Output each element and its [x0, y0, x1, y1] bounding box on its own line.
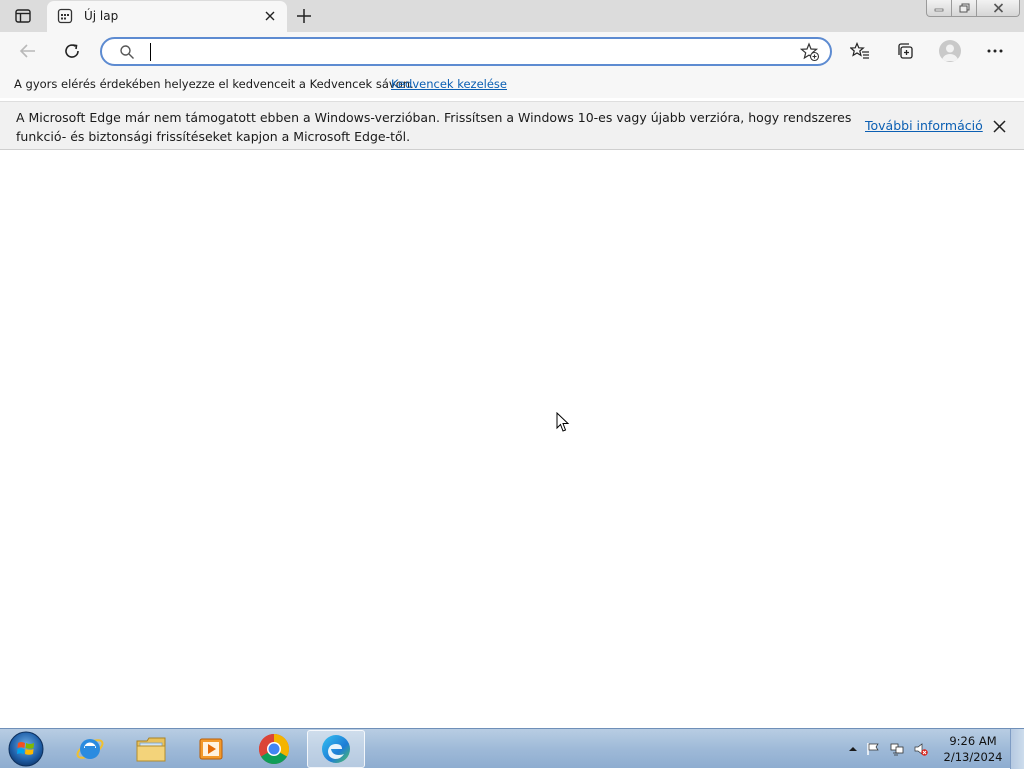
profile-avatar[interactable]	[939, 40, 961, 62]
collections-button[interactable]	[894, 40, 916, 62]
favorites-icon	[850, 42, 869, 59]
taskbar-chrome[interactable]	[245, 730, 303, 768]
tab-title: Új lap	[84, 9, 119, 23]
system-clock[interactable]: 9:26 AM 2/13/2024	[940, 733, 1006, 765]
more-info-link[interactable]: További információ	[865, 118, 983, 133]
unsupported-os-infobar: A Microsoft Edge már nem támogatott ebbe…	[0, 101, 1024, 150]
taskbar-file-explorer[interactable]	[122, 730, 180, 768]
media-player-icon	[199, 738, 223, 760]
window-controls	[926, 0, 1020, 18]
minimize-icon	[934, 8, 944, 12]
refresh-icon	[65, 44, 79, 58]
taskbar: 9:26 AM 2/13/2024	[0, 728, 1024, 769]
edge-icon	[322, 735, 350, 763]
favorites-bar-message: A gyors elérés érdekében helyezze el ked…	[14, 77, 414, 91]
text-caret	[150, 43, 151, 61]
show-hidden-icons-icon[interactable]	[846, 742, 860, 756]
infobar-message: A Microsoft Edge már nem támogatott ebbe…	[16, 110, 852, 144]
chrome-icon	[258, 734, 290, 765]
tab-actions-button[interactable]	[12, 7, 34, 25]
back-arrow-icon	[19, 44, 35, 58]
infobar-close-icon[interactable]	[992, 119, 1007, 134]
action-center-flag-icon[interactable]	[866, 742, 880, 756]
file-explorer-icon	[136, 737, 166, 762]
new-tab-page-icon	[57, 8, 73, 24]
address-input[interactable]	[150, 42, 790, 62]
new-tab-button[interactable]	[295, 7, 313, 25]
restore-icon	[959, 3, 969, 13]
clock-time: 9:26 AM	[949, 734, 997, 748]
tab-strip: Új lap	[0, 0, 1024, 32]
network-icon[interactable]	[890, 742, 904, 756]
page-content	[0, 150, 1024, 728]
favorites-button[interactable]	[849, 40, 871, 62]
toolbar	[0, 32, 1024, 70]
restore-button[interactable]	[952, 0, 977, 17]
windows-logo-icon	[8, 731, 44, 767]
address-bar[interactable]	[100, 37, 832, 66]
favorites-bar: A gyors elérés érdekében helyezze el ked…	[0, 70, 1024, 98]
more-icon	[987, 49, 1003, 53]
taskbar-media-player[interactable]	[183, 730, 241, 768]
close-window-button[interactable]	[977, 0, 1020, 17]
taskbar-edge[interactable]	[307, 730, 365, 768]
refresh-button[interactable]	[61, 40, 83, 62]
mouse-pointer-icon	[556, 412, 570, 432]
search-icon	[120, 45, 134, 59]
internet-explorer-icon	[76, 739, 104, 759]
show-desktop-button[interactable]	[1010, 729, 1024, 769]
collections-icon	[898, 43, 913, 59]
volume-muted-icon[interactable]	[914, 742, 928, 756]
close-icon	[993, 3, 1003, 13]
tab-actions-icon	[15, 9, 31, 23]
settings-and-more-button[interactable]	[984, 40, 1006, 62]
minimize-button[interactable]	[926, 0, 952, 17]
tab-close-icon[interactable]	[263, 9, 277, 23]
clock-date: 2/13/2024	[943, 750, 1003, 764]
taskbar-internet-explorer[interactable]	[61, 730, 119, 768]
tab-new-tab[interactable]: Új lap	[47, 1, 287, 32]
start-button[interactable]	[6, 730, 46, 768]
add-favorite-icon[interactable]	[800, 42, 820, 62]
back-button[interactable]	[17, 40, 39, 62]
profile-icon	[942, 44, 958, 61]
manage-favorites-link[interactable]: Kedvencek kezelése	[391, 77, 507, 91]
